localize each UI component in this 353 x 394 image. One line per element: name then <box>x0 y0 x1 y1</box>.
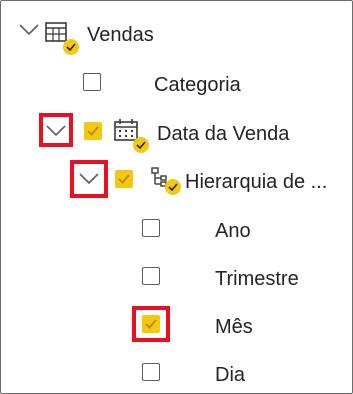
data-da-venda-checkbox[interactable] <box>84 122 102 140</box>
dia-checkbox[interactable] <box>142 363 160 381</box>
field-label: Data da Venda <box>157 123 290 145</box>
field-row-dia[interactable]: Dia <box>1 352 352 392</box>
field-row-mes[interactable]: Mês <box>1 304 352 344</box>
chevron-down-icon[interactable] <box>18 23 40 37</box>
mes-checkbox[interactable] <box>142 315 160 333</box>
table-icon <box>45 22 67 42</box>
field-label: Hierarquia de ... <box>185 171 328 193</box>
selected-badge-icon <box>63 39 79 55</box>
trimestre-checkbox[interactable] <box>142 267 160 285</box>
field-label: Ano <box>215 220 251 242</box>
hierarquia-checkbox[interactable] <box>115 170 133 188</box>
categoria-checkbox[interactable] <box>83 73 101 91</box>
table-label: Vendas <box>87 24 154 46</box>
field-row-data-da-venda[interactable]: Data da Venda <box>1 111 352 153</box>
field-label: Dia <box>215 364 246 386</box>
selected-badge-icon <box>133 137 149 153</box>
field-row-categoria[interactable]: Categoria <box>1 62 352 102</box>
field-label: Categoria <box>154 74 241 96</box>
field-label: Mês <box>215 316 253 338</box>
field-label: Trimestre <box>215 268 299 290</box>
chevron-down-icon[interactable] <box>45 124 67 138</box>
field-row-hierarquia[interactable]: Hierarquia de ... <box>1 159 352 199</box>
table-row-vendas[interactable]: Vendas <box>1 13 352 55</box>
chevron-down-icon[interactable] <box>78 172 100 186</box>
selected-badge-icon <box>165 179 181 195</box>
ano-checkbox[interactable] <box>142 219 160 237</box>
field-row-ano[interactable]: Ano <box>1 208 352 248</box>
calendar-icon <box>114 119 138 141</box>
fields-pane: Vendas Categoria Data da Venda Hierarqui… <box>0 0 353 394</box>
field-row-trimestre[interactable]: Trimestre <box>1 256 352 296</box>
